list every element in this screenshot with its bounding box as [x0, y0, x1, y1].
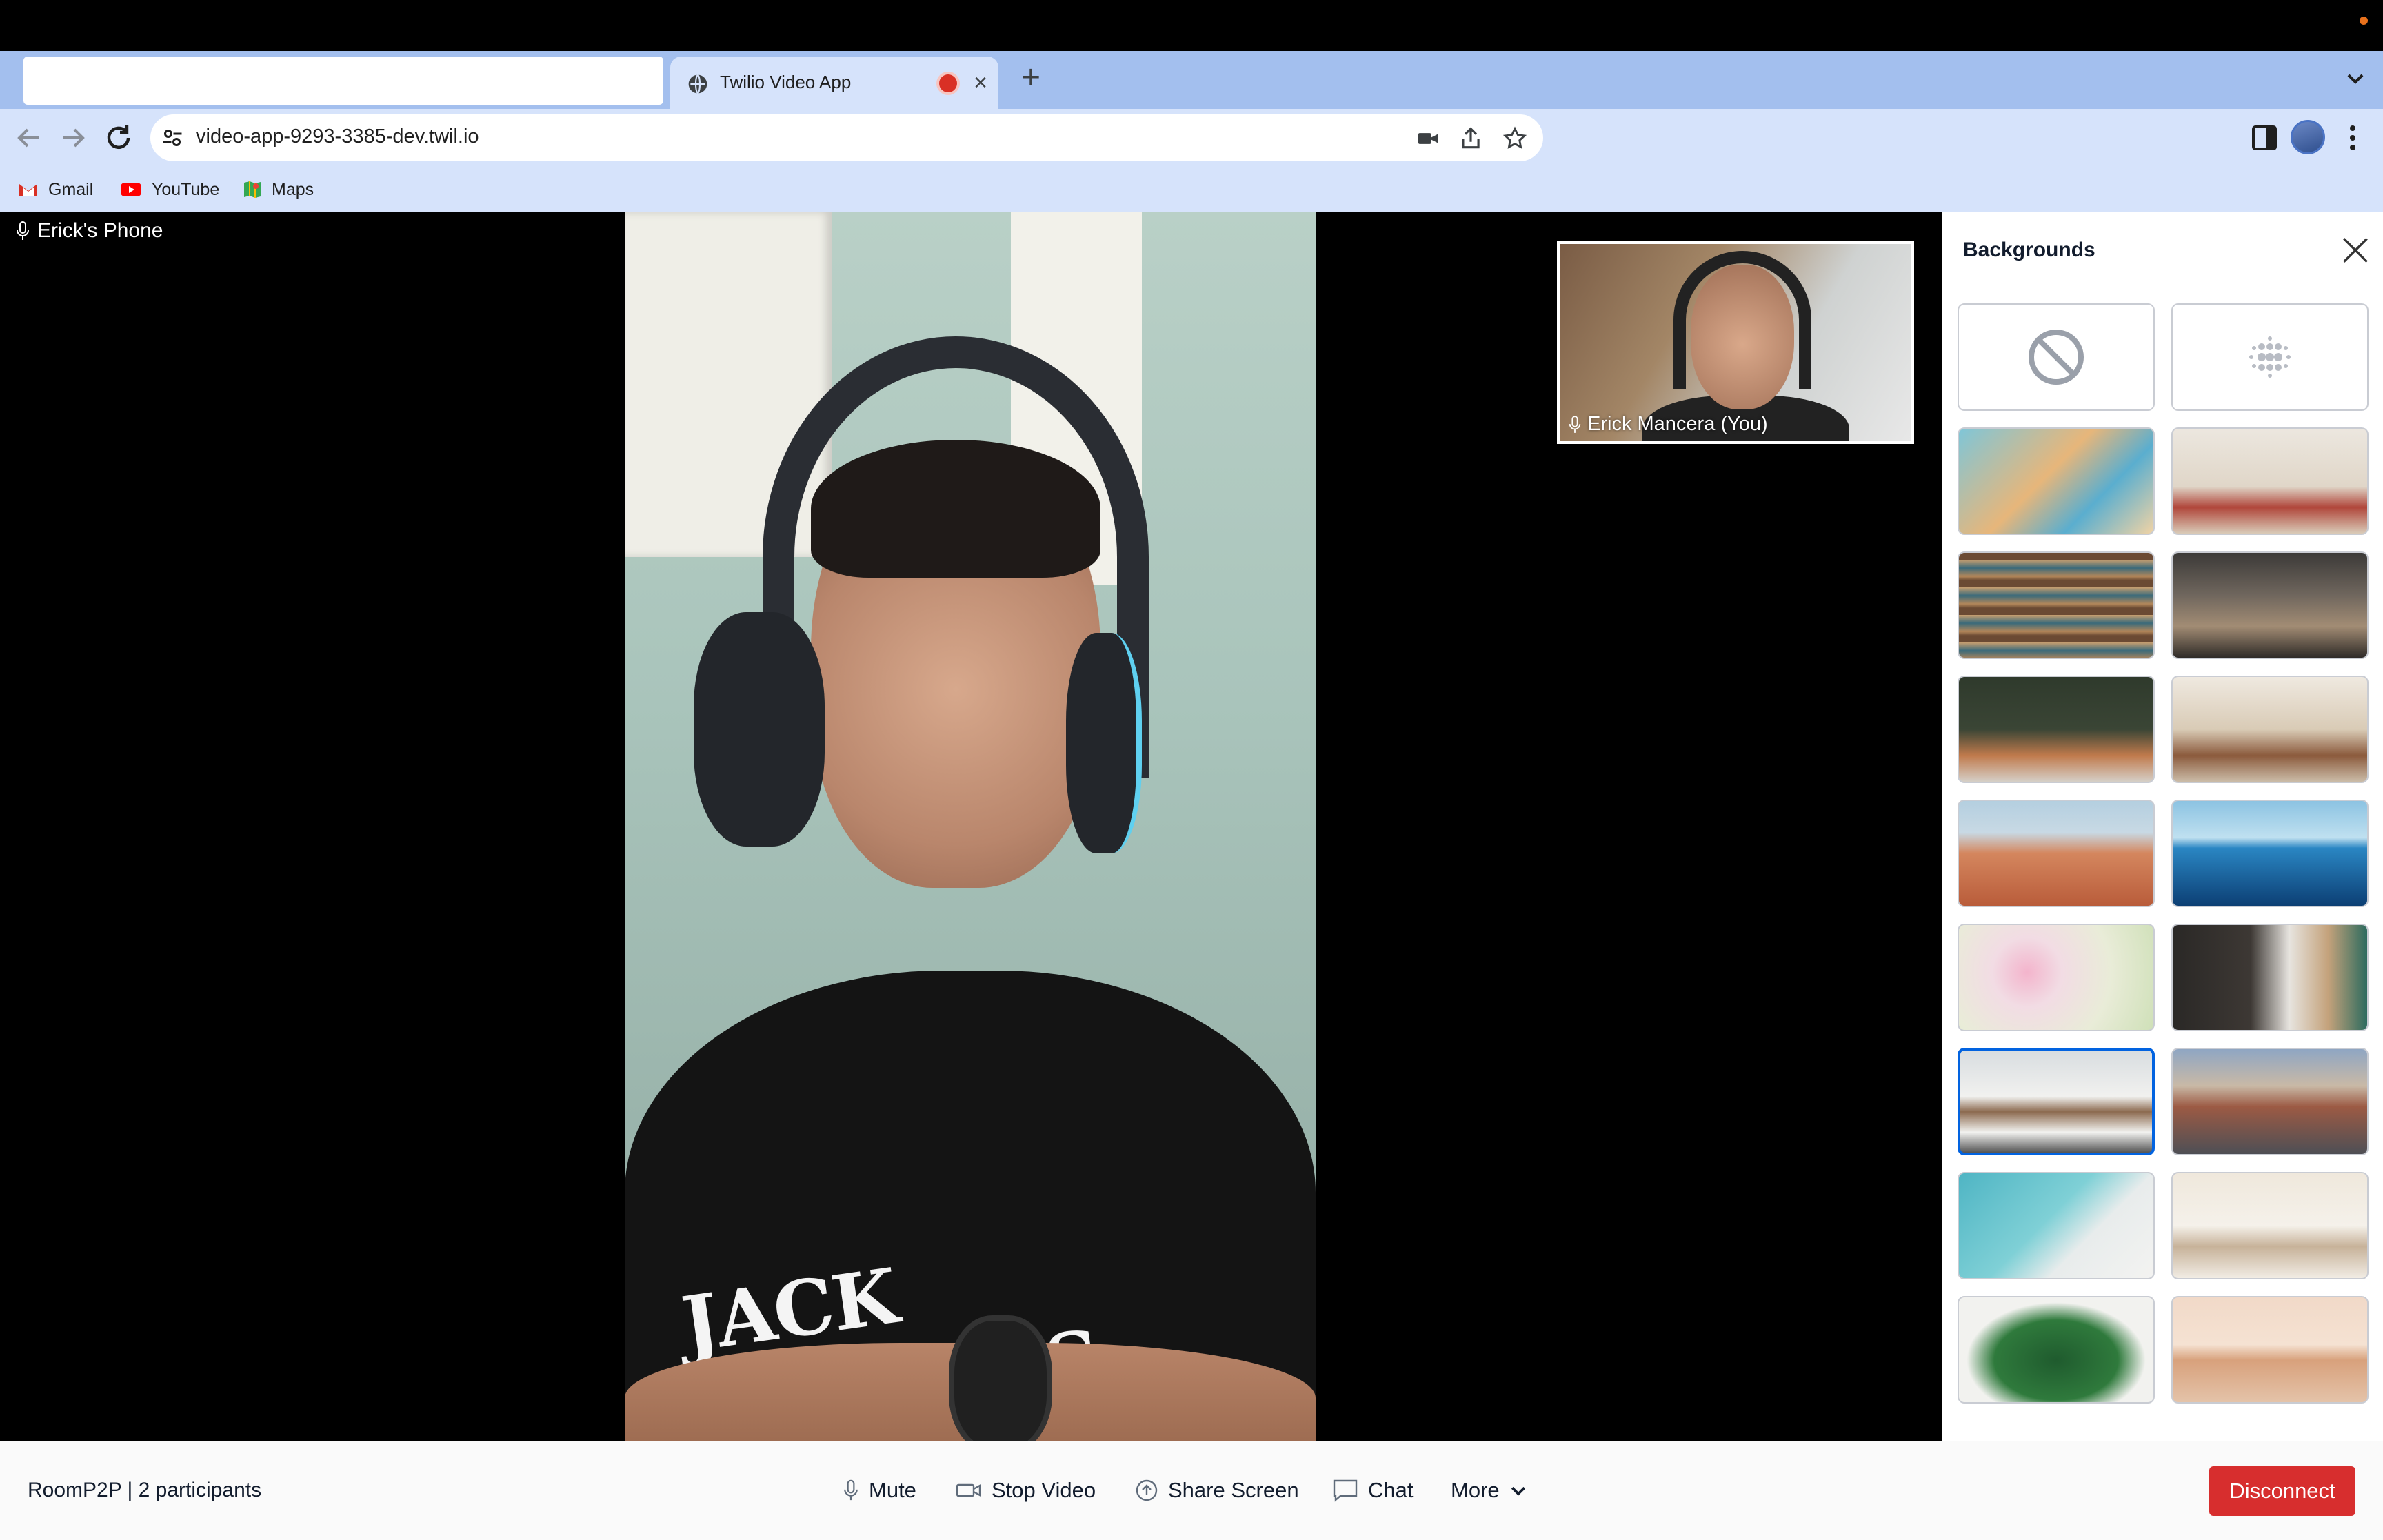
mute-label: Mute: [869, 1478, 916, 1502]
chat-icon: [1333, 1479, 1358, 1502]
background-option-mountains[interactable]: [2171, 1048, 2369, 1155]
background-option-desert[interactable]: [1958, 800, 2155, 907]
camera-in-use-icon[interactable]: [1415, 125, 1441, 152]
browser-tab-strip: Twilio Video App × +: [0, 51, 2383, 109]
call-controls-bar: RoomP2P | 2 participants Mute Stop Video…: [0, 1441, 2383, 1540]
background-option-ocean[interactable]: [2171, 800, 2369, 907]
headset-earcup-left: [694, 612, 825, 847]
tab-search-chevron-icon[interactable]: [2342, 65, 2369, 92]
bookmark-label: Gmail: [48, 179, 94, 199]
headset-earcup-right: [1066, 633, 1142, 853]
browser-tab-active[interactable]: Twilio Video App ×: [670, 57, 998, 109]
background-option-dining-room[interactable]: [2171, 1172, 2369, 1279]
background-option-bookshelf[interactable]: [1958, 551, 2155, 659]
site-info-icon[interactable]: [160, 125, 185, 150]
background-option-lounge-dark[interactable]: [1958, 676, 2155, 783]
main-participant-label: Erick's Phone: [15, 219, 163, 243]
side-panel-icon[interactable]: [2248, 121, 2281, 154]
recording-indicator-icon: [939, 74, 957, 92]
globe-icon: [688, 74, 707, 94]
url-text: video-app-9293-3385-dev.twil.io: [196, 125, 479, 148]
chat-button[interactable]: Chat: [1332, 1473, 1413, 1508]
background-option-beach[interactable]: [1958, 1172, 2155, 1279]
self-view-label: Erick Mancera (You): [1568, 413, 1768, 436]
microphone-icon: [1569, 415, 1581, 433]
self-view-name: Erick Mancera (You): [1587, 413, 1768, 435]
main-participant-video: JACK DANIEL'S: [625, 212, 1316, 1441]
profile-avatar[interactable]: [2291, 120, 2325, 154]
share-icon[interactable]: [1458, 125, 1484, 152]
background-option-lounge-bright[interactable]: [2171, 676, 2369, 783]
tab-title: Twilio Video App: [720, 72, 852, 92]
blur-icon: [2249, 336, 2291, 378]
video-camera-icon: [956, 1483, 981, 1497]
backgrounds-panel-title: Backgrounds: [1963, 239, 2095, 261]
background-option-modern-living-room[interactable]: [1958, 1048, 2155, 1155]
bookmark-star-icon[interactable]: [1502, 125, 1528, 152]
forward-arrow-icon[interactable]: [57, 121, 90, 154]
room-info: RoomP2P | 2 participants: [28, 1479, 262, 1501]
bookmark-maps[interactable]: Maps: [243, 176, 314, 203]
chevron-down-icon: [1511, 1486, 1525, 1496]
stop-video-button[interactable]: Stop Video: [956, 1473, 1096, 1508]
more-button[interactable]: More: [1451, 1473, 1529, 1508]
reload-icon[interactable]: [102, 121, 135, 154]
new-tab-button[interactable]: +: [1014, 61, 1048, 95]
bookmark-label: Maps: [272, 179, 314, 199]
background-option-kitchen[interactable]: [2171, 924, 2369, 1031]
tab-close-icon[interactable]: ×: [967, 68, 994, 98]
microphone-icon: [17, 221, 29, 240]
status-dot-icon: [2360, 17, 2368, 25]
stop-video-label: Stop Video: [992, 1478, 1096, 1502]
back-arrow-icon[interactable]: [12, 121, 46, 154]
browser-menu-icon[interactable]: [2336, 121, 2369, 154]
close-icon[interactable]: [2338, 233, 2373, 267]
wristwatch: [949, 1315, 1052, 1441]
mute-button[interactable]: Mute: [843, 1473, 916, 1508]
youtube-icon: [121, 183, 141, 196]
share-screen-icon: [1136, 1479, 1158, 1501]
video-stage: Erick's Phone JACK DANIEL'S Erick Mancer…: [0, 212, 1942, 1441]
background-option-none[interactable]: [1958, 303, 2155, 411]
browser-tab-blank[interactable]: [23, 57, 663, 105]
main-participant-name: Erick's Phone: [37, 219, 163, 242]
no-background-icon: [2029, 330, 2084, 385]
background-option-flowers[interactable]: [1958, 924, 2155, 1031]
chat-label: Chat: [1368, 1478, 1414, 1502]
gmail-icon: [19, 184, 37, 196]
share-screen-label: Share Screen: [1168, 1478, 1299, 1502]
background-option-living-room[interactable]: [2171, 427, 2369, 535]
maps-icon: [244, 181, 261, 198]
disconnect-button[interactable]: Disconnect: [2209, 1466, 2355, 1516]
self-view-headset: [1673, 251, 1811, 389]
background-option-golden-gate-bridge[interactable]: [2171, 1296, 2369, 1404]
background-option-abstract-smoke[interactable]: [1958, 427, 2155, 535]
share-screen-button[interactable]: Share Screen: [1135, 1473, 1299, 1508]
background-option-coffee-shop[interactable]: [2171, 551, 2369, 659]
bookmark-youtube[interactable]: YouTube: [120, 176, 219, 203]
bookmark-gmail[interactable]: Gmail: [18, 176, 93, 203]
background-option-monstera-leaves[interactable]: [1958, 1296, 2155, 1404]
bookmark-label: YouTube: [152, 179, 220, 199]
os-top-bar: [0, 0, 2383, 51]
microphone-icon: [844, 1479, 858, 1501]
self-view-video: Erick Mancera (You): [1557, 241, 1914, 444]
bookmarks-bar: Gmail YouTube Maps: [0, 167, 2383, 212]
more-label: More: [1451, 1478, 1500, 1502]
background-option-blur[interactable]: [2171, 303, 2369, 411]
browser-toolbar: video-app-9293-3385-dev.twil.io: [0, 109, 2383, 167]
backgrounds-panel: Backgrounds: [1942, 212, 2383, 1441]
address-bar[interactable]: video-app-9293-3385-dev.twil.io: [150, 114, 1543, 161]
